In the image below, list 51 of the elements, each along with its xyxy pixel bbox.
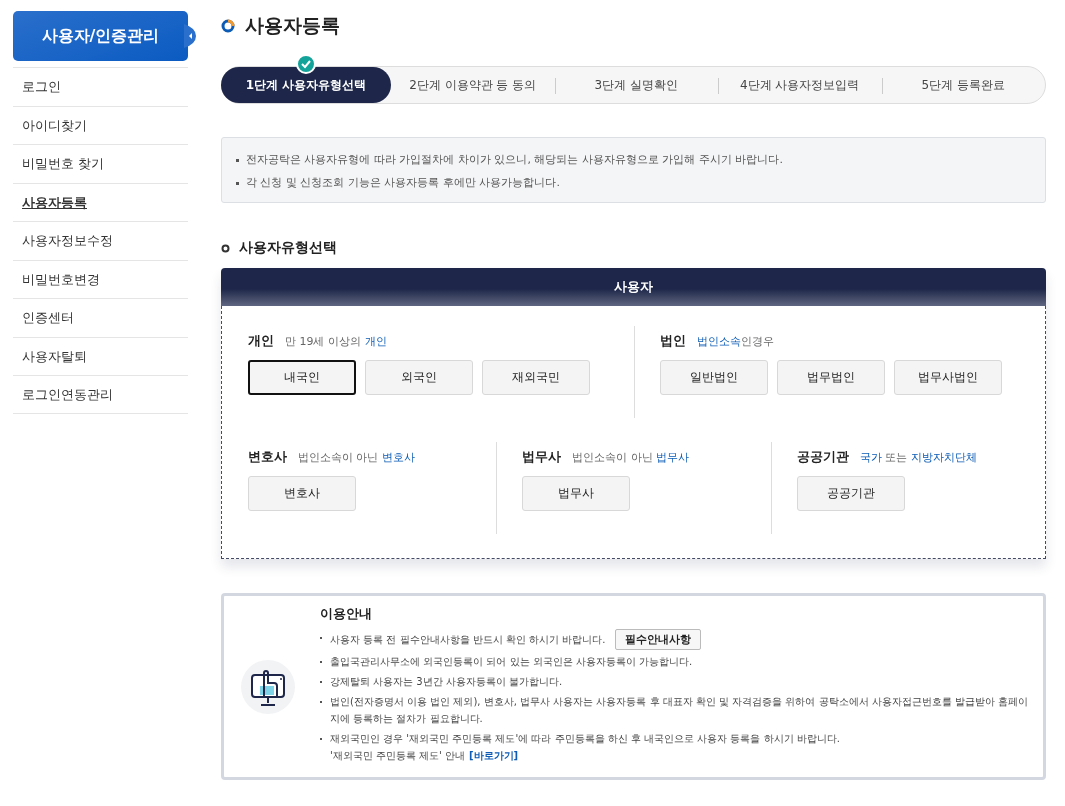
group-title: 공공기관 [796, 448, 849, 466]
title-icon [221, 19, 235, 33]
sidebar-item[interactable]: 비밀번호 찾기 [13, 144, 188, 183]
user-type-button[interactable]: 변호사 [248, 476, 356, 511]
sidebar-item[interactable]: 사용자등록 [13, 182, 188, 221]
user-type-button[interactable]: 법무사 [522, 476, 631, 511]
guide-title: 이용안내 [320, 606, 373, 623]
step-tab[interactable]: 3단계 실명확인 [554, 67, 718, 103]
sidebar-item[interactable]: 인증센터 [13, 298, 188, 337]
user-type-button[interactable]: 공공기관 [796, 476, 905, 511]
group-description: 국가 또는 지방자치단체 [859, 450, 977, 465]
notice-text: 각 신청 및 신청조회 기능은 사용자등록 후에만 사용가능합니다. [246, 175, 560, 191]
group-description: 법인소속이 아닌 법무사 [572, 450, 690, 465]
group-title: 법무사 [522, 448, 562, 466]
group-title: 법인 [659, 332, 686, 350]
guide-text: 재외국민인 경우 '재외국민 주민등록 제도'에 따라 주민등록을 하신 후 내국인으로 사용자 등록을 하시기 바랍니다. [330, 732, 840, 746]
monitor-hand-icon [240, 658, 296, 715]
user-type-button[interactable]: 일반법인 [659, 360, 768, 395]
sidebar-item[interactable]: 사용자정보수정 [13, 221, 188, 260]
sidebar-item[interactable]: 사용자탈퇴 [13, 336, 188, 375]
required-info-button[interactable]: 필수안내사항 [615, 629, 702, 650]
guide-text: 법인(전자증명서 이용 법인 제외), 변호사, 법무사 사용자는 사용자등록 후 대표자 확인 및 자격검증을 위하여 공탁소에서 사용자접근번호를 발급받아 홈페이지에 등록하는 절차가 필요합니다. [330, 695, 1030, 726]
group-description: 법인소속이 아닌 변호사 [298, 450, 415, 465]
page-title: 사용자등록 [245, 13, 340, 38]
user-type-button[interactable]: 외국인 [365, 360, 473, 395]
user-type-button[interactable]: 내국인 [248, 360, 356, 395]
guide-text: 강제탈퇴 사용자는 3년간 사용자등록이 불가합니다. [330, 675, 563, 689]
sidebar-item[interactable]: 비밀번호변경 [13, 259, 188, 298]
guide-text: 사용자 등록 전 필수안내사항을 반드시 확인 하시기 바랍니다. [330, 633, 606, 647]
user-type-button[interactable]: 재외국민 [482, 360, 590, 395]
sidebar-item[interactable]: 로그인연동관리 [13, 375, 188, 414]
guide-text: '재외국민 주민등록 제도' 안내 [330, 750, 466, 761]
sidebar-item[interactable]: 아이디찾기 [13, 105, 188, 144]
user-type-button[interactable]: 법무사법인 [893, 360, 1002, 395]
step-tab[interactable]: 2단계 이용약관 등 동의 [391, 67, 555, 103]
group-description: 만 19세 이상의 개인 [285, 334, 387, 349]
panel-header: 사용자 [221, 268, 1046, 306]
notch-icon [184, 24, 198, 48]
shortcut-link[interactable]: [바로가기] [469, 750, 519, 761]
group-title: 개인 [248, 332, 274, 350]
user-type-button[interactable]: 법무법인 [776, 360, 885, 395]
step-tab[interactable]: 5단계 등록완료 [881, 67, 1045, 103]
section-title: 사용자유형선택 [239, 239, 337, 257]
step-tab[interactable]: 4단계 사용자정보입력 [718, 67, 882, 103]
sidebar-item[interactable]: 로그인 [13, 67, 188, 106]
group-description: 법인소속인경우 [696, 334, 774, 349]
section-bullet-icon [221, 243, 230, 253]
guide-text: 출입국관리사무소에 외국인등록이 되어 있는 외국인은 사용자등록이 가능합니다. [330, 655, 693, 669]
notice-text: 전자공탁은 사용자유형에 따라 가입절차에 차이가 있으니, 해당되는 사용자유형으로 가입해 주시기 바랍니다. [246, 152, 783, 168]
step-tab[interactable]: 1단계 사용자유형선택 [221, 67, 391, 103]
group-title: 변호사 [248, 448, 287, 466]
